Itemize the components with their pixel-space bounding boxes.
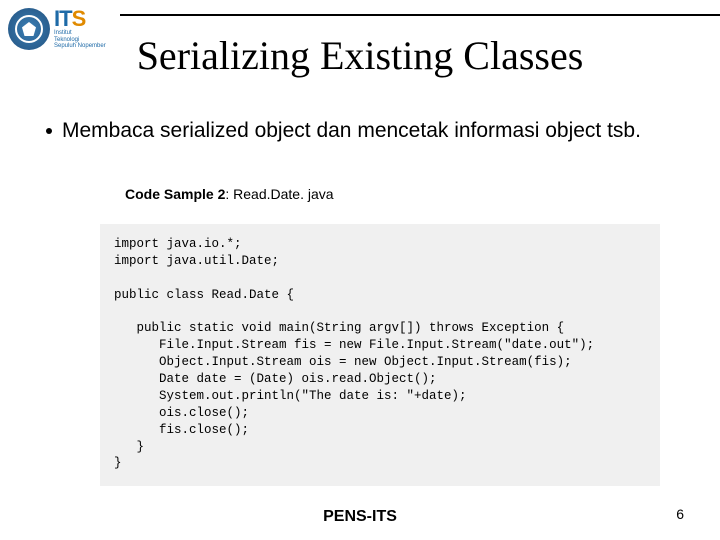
footer-text: PENS-ITS bbox=[0, 508, 720, 526]
bullet-item: Membaca serialized object dan mencetak i… bbox=[46, 118, 680, 144]
page-number: 6 bbox=[676, 506, 684, 522]
bullet-text: Membaca serialized object dan mencetak i… bbox=[62, 118, 641, 144]
header-divider bbox=[120, 14, 720, 16]
slide-title: Serializing Existing Classes bbox=[0, 32, 720, 79]
code-block: import java.io.*; import java.util.Date;… bbox=[100, 224, 660, 486]
acronym-s: S bbox=[72, 6, 86, 31]
bullet-dot-icon bbox=[46, 128, 52, 134]
code-sample-label-rest: : Read.Date. java bbox=[225, 186, 333, 202]
acronym-t: T bbox=[59, 6, 71, 31]
code-sample-label: Code Sample 2: Read.Date. java bbox=[125, 186, 334, 202]
code-sample-label-bold: Code Sample 2 bbox=[125, 186, 225, 202]
